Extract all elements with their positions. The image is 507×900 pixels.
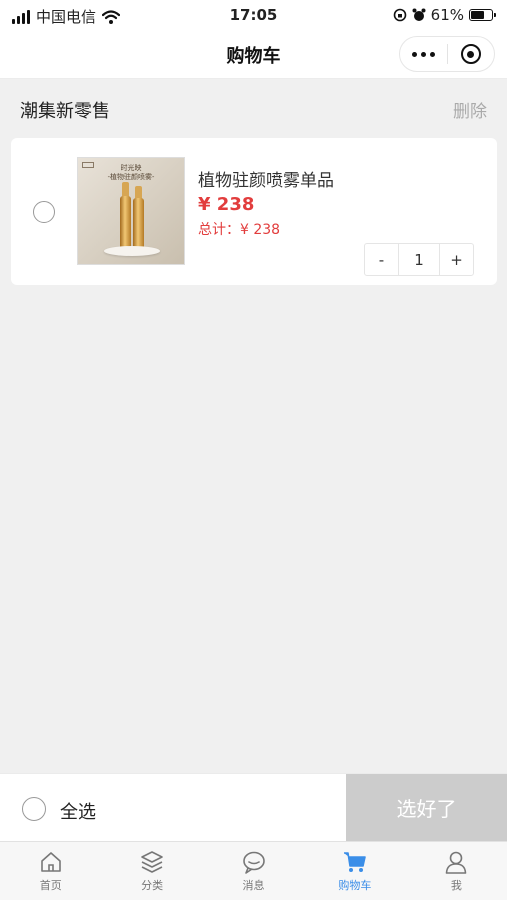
battery-icon xyxy=(469,9,496,21)
display-plate xyxy=(104,246,160,256)
target-icon xyxy=(460,44,481,64)
status-bar: 中国电信 17:05 61% xyxy=(0,0,507,30)
increase-quantity-button[interactable]: + xyxy=(440,244,473,275)
tab-home[interactable]: 首页 xyxy=(0,842,101,900)
tab-label: 分类 xyxy=(141,879,164,892)
tab-label: 我 xyxy=(450,879,462,892)
quantity-value[interactable]: 1 xyxy=(398,244,440,275)
alarm-icon xyxy=(412,8,426,21)
tab-bar: 首页 分类 消息 购物车 我 xyxy=(0,841,507,900)
chat-icon xyxy=(242,851,265,874)
product-name[interactable]: 植物驻颜喷雾单品 xyxy=(198,166,334,191)
user-icon xyxy=(446,851,467,874)
tab-label: 首页 xyxy=(39,879,62,892)
tab-category[interactable]: 分类 xyxy=(101,842,202,900)
more-dots-icon xyxy=(411,51,435,57)
tab-messages[interactable]: 消息 xyxy=(203,842,304,900)
status-right: 61% xyxy=(393,6,496,24)
delete-button[interactable]: 删除 xyxy=(453,97,487,122)
product-image[interactable]: 时光映 -植物驻颜喷雾- xyxy=(77,157,185,265)
tab-label: 购物车 xyxy=(338,879,372,892)
battery-percent: 61% xyxy=(430,6,464,24)
home-icon xyxy=(40,852,61,872)
product-total: 总计：¥ 238 xyxy=(198,222,281,238)
tab-cart[interactable]: 购物车 xyxy=(304,842,405,900)
item-select-checkbox[interactable] xyxy=(33,201,55,223)
cart-item-card: 时光映 -植物驻颜喷雾- 植物驻颜喷雾单品 ¥ 238 总计：¥ 238 - 1… xyxy=(11,138,497,285)
decrease-quantity-button[interactable]: - xyxy=(365,244,398,275)
mini-program-capsule xyxy=(399,36,495,72)
checkout-button[interactable]: 选好了 xyxy=(346,774,507,841)
store-header: 潮集新零售 删除 xyxy=(0,79,507,135)
store-name: 潮集新零售 xyxy=(20,101,110,122)
layers-icon xyxy=(141,851,163,873)
product-price: ¥ 238 xyxy=(198,194,255,215)
tab-label: 消息 xyxy=(242,879,265,892)
tab-me[interactable]: 我 xyxy=(406,842,507,900)
quantity-stepper: - 1 + xyxy=(364,243,474,276)
more-button[interactable] xyxy=(400,37,447,71)
product-image-banner: 时光映 -植物驻颜喷雾- xyxy=(107,164,155,181)
close-mini-program-button[interactable] xyxy=(448,37,495,71)
checkout-bar: 全选 选好了 xyxy=(0,773,507,841)
orientation-lock-icon xyxy=(393,8,406,22)
select-all-label[interactable]: 全选 xyxy=(60,798,96,824)
nav-bar: 购物车 xyxy=(0,30,507,79)
select-all-checkbox[interactable] xyxy=(22,797,46,821)
cart-icon xyxy=(343,852,366,872)
